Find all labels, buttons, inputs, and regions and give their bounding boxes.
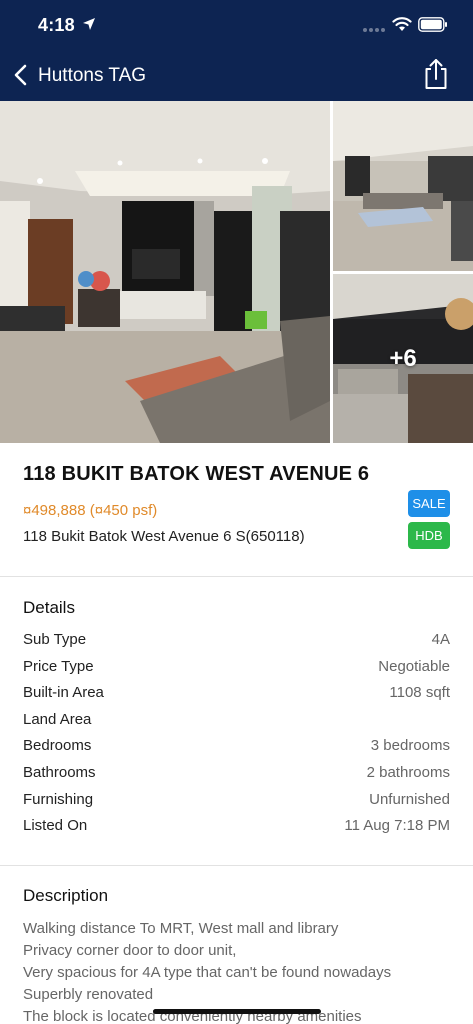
description-section: Description Walking distance To MRT, Wes… (0, 866, 473, 1024)
living-room-corner-photo[interactable] (333, 101, 473, 271)
listing-title: 118 BUKIT BATOK WEST AVENUE 6 (23, 463, 370, 485)
location-arrow-icon (83, 18, 95, 30)
share-icon[interactable] (423, 58, 449, 90)
detail-row-land-area: Land Area (23, 711, 450, 737)
detail-label: Price Type (23, 658, 94, 675)
nav-title[interactable]: Huttons TAG (38, 65, 146, 87)
detail-value: 1108 sqft (389, 684, 450, 701)
detail-row-sub-type: Sub Type 4A (23, 631, 450, 657)
hdb-badge: HDB (408, 522, 450, 549)
listing-price: ¤498,888 (¤450 psf) (23, 502, 158, 519)
detail-value: 2 bathrooms (366, 764, 450, 781)
home-indicator[interactable] (153, 1009, 321, 1014)
sale-badge: SALE (408, 490, 450, 517)
nav-bar: Huttons TAG (0, 56, 473, 96)
chevron-left-icon[interactable] (12, 64, 32, 86)
detail-row-bathrooms: Bathrooms 2 bathrooms (23, 764, 450, 790)
detail-row-bedrooms: Bedrooms 3 bedrooms (23, 737, 450, 763)
detail-value: 11 Aug 7:18 PM (344, 817, 450, 834)
detail-row-built-in-area: Built-in Area 1108 sqft (23, 684, 450, 710)
detail-label: Listed On (23, 817, 88, 834)
detail-label: Bedrooms (23, 737, 92, 754)
detail-label: Sub Type (23, 631, 87, 648)
status-time: 4:18 (38, 15, 75, 35)
detail-value: 3 bedrooms (370, 737, 450, 754)
wifi-icon (392, 17, 412, 31)
detail-label: Bathrooms (23, 764, 96, 781)
living-room-photo[interactable] (0, 101, 330, 443)
detail-label: Furnishing (23, 791, 94, 808)
detail-value: Unfurnished (369, 791, 450, 808)
details-section: Details Sub Type 4A Price Type Negotiabl… (0, 577, 473, 865)
listing-address: 118 Bukit Batok West Avenue 6 S(650118) (23, 528, 305, 545)
signal-dots-icon (363, 28, 385, 32)
photo-gallery: +6 (0, 101, 473, 443)
detail-label: Land Area (23, 711, 92, 728)
description-heading: Description (23, 886, 109, 905)
detail-row-furnishing: Furnishing Unfurnished (23, 791, 450, 817)
detail-value: 4A (431, 631, 450, 648)
detail-value: Negotiable (378, 658, 450, 675)
description-line: Superbly renovated (23, 986, 154, 1003)
battery-icon (418, 17, 447, 32)
description-line: Very spacious for 4A type that can't be … (23, 964, 392, 981)
more-photos-count[interactable]: +6 (333, 274, 473, 443)
details-heading: Details (23, 598, 75, 617)
detail-label: Built-in Area (23, 684, 104, 701)
detail-row-listed-on: Listed On 11 Aug 7:18 PM (23, 817, 450, 843)
description-line: Privacy corner door to door unit, (23, 942, 237, 959)
description-line: Walking distance To MRT, West mall and l… (23, 920, 339, 937)
detail-row-price-type: Price Type Negotiable (23, 658, 450, 684)
top-bar: 4:18 Huttons TAG (0, 0, 473, 101)
status-bar: 4:18 (0, 0, 473, 52)
listing-header: 118 BUKIT BATOK WEST AVENUE 6 ¤498,888 (… (0, 443, 473, 576)
kitchen-photo[interactable]: +6 (333, 274, 473, 443)
